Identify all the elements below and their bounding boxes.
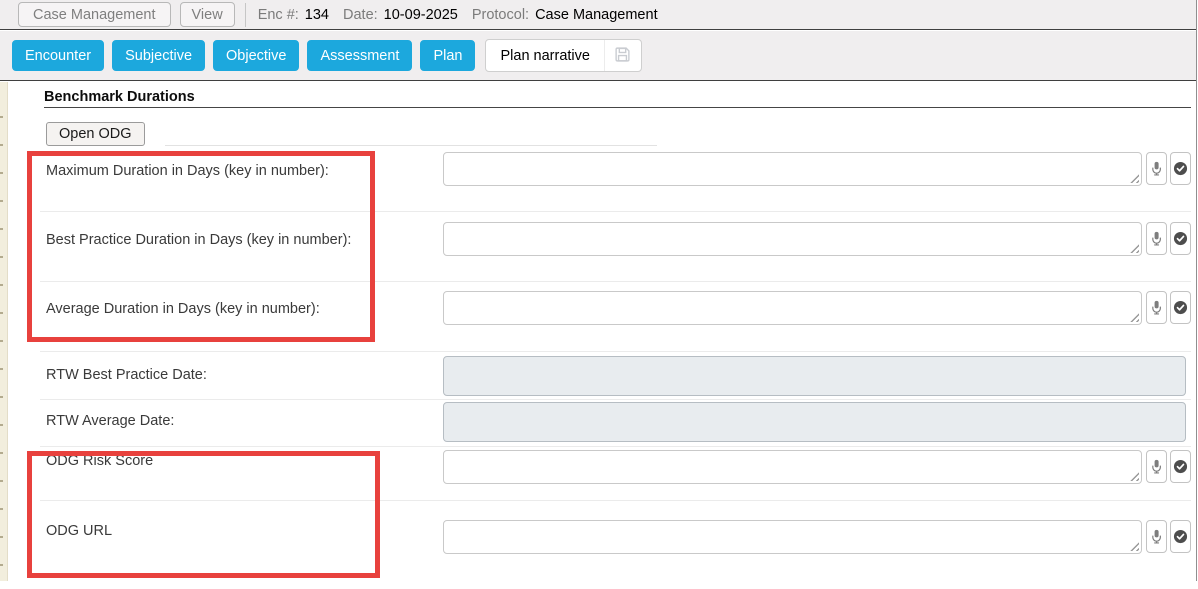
tab-plan[interactable]: Plan [420, 40, 475, 71]
tab-subjective[interactable]: Subjective [112, 40, 205, 71]
divider [245, 3, 246, 27]
verify-button[interactable] [1170, 520, 1191, 553]
average-duration-input[interactable] [443, 291, 1142, 325]
maximum-duration-input[interactable] [443, 152, 1142, 186]
divider [40, 399, 1191, 400]
odg-url-input[interactable] [443, 520, 1142, 554]
divider [44, 107, 1191, 108]
protocol-label: Protocol: [472, 7, 529, 23]
mic-button[interactable] [1146, 152, 1167, 185]
open-odg-button[interactable]: Open ODG [46, 122, 145, 146]
verify-button[interactable] [1170, 222, 1191, 255]
tab-encounter[interactable]: Encounter [12, 40, 104, 71]
odg-risk-score-input[interactable] [443, 450, 1142, 484]
verify-button[interactable] [1170, 291, 1191, 324]
field-label-rtw-average-date: RTW Average Date: [46, 413, 174, 429]
field-label-best-practice-duration: Best Practice Duration in Days (key in n… [46, 232, 351, 248]
save-narrative-button[interactable] [605, 40, 641, 71]
divider [40, 500, 1191, 501]
divider [40, 351, 1191, 352]
soap-toolbar: Encounter Subjective Objective Assessmen… [0, 31, 1196, 81]
left-ruler-strip [0, 82, 8, 581]
odg-risk-score-field [443, 450, 1142, 484]
field-label-maximum-duration: Maximum Duration in Days (key in number)… [46, 163, 329, 179]
field-label-average-duration: Average Duration in Days (key in number)… [46, 301, 320, 317]
average-duration-field [443, 291, 1142, 325]
best-practice-duration-field [443, 222, 1142, 256]
top-bar: Case Management View Enc #: 134 Date: 10… [0, 0, 1196, 30]
odg-url-field [443, 520, 1142, 554]
protocol-value: Case Management [535, 7, 658, 23]
field-label-odg-risk-score: ODG Risk Score [46, 453, 153, 469]
save-icon [614, 46, 631, 66]
page-title: Benchmark Durations [44, 89, 195, 105]
rtw-best-practice-date-input [443, 356, 1186, 396]
field-label-odg-url: ODG URL [46, 523, 112, 539]
mic-button[interactable] [1146, 222, 1167, 255]
enc-value: 134 [305, 7, 329, 23]
date-value: 10-09-2025 [384, 7, 458, 23]
field-label-rtw-best-practice-date: RTW Best Practice Date: [46, 367, 207, 383]
divider [40, 446, 1191, 447]
mic-button[interactable] [1146, 450, 1167, 483]
divider [40, 281, 1191, 282]
enc-label: Enc #: [258, 7, 299, 23]
rtw-average-date-input [443, 402, 1186, 442]
mic-button[interactable] [1146, 520, 1167, 553]
case-management-button[interactable]: Case Management [18, 2, 171, 27]
tab-objective[interactable]: Objective [213, 40, 299, 71]
tab-assessment[interactable]: Assessment [307, 40, 412, 71]
plan-narrative-button[interactable]: Plan narrative [485, 39, 641, 72]
date-label: Date: [343, 7, 378, 23]
mic-button[interactable] [1146, 291, 1167, 324]
divider [165, 145, 657, 146]
verify-button[interactable] [1170, 450, 1191, 483]
best-practice-duration-input[interactable] [443, 222, 1142, 256]
verify-button[interactable] [1170, 152, 1191, 185]
divider [40, 211, 1191, 212]
maximum-duration-field [443, 152, 1142, 186]
annotation-highlight-box-odg [27, 451, 380, 578]
plan-narrative-label: Plan narrative [486, 48, 603, 64]
view-button[interactable]: View [180, 2, 235, 27]
right-edge-border [1196, 0, 1197, 581]
